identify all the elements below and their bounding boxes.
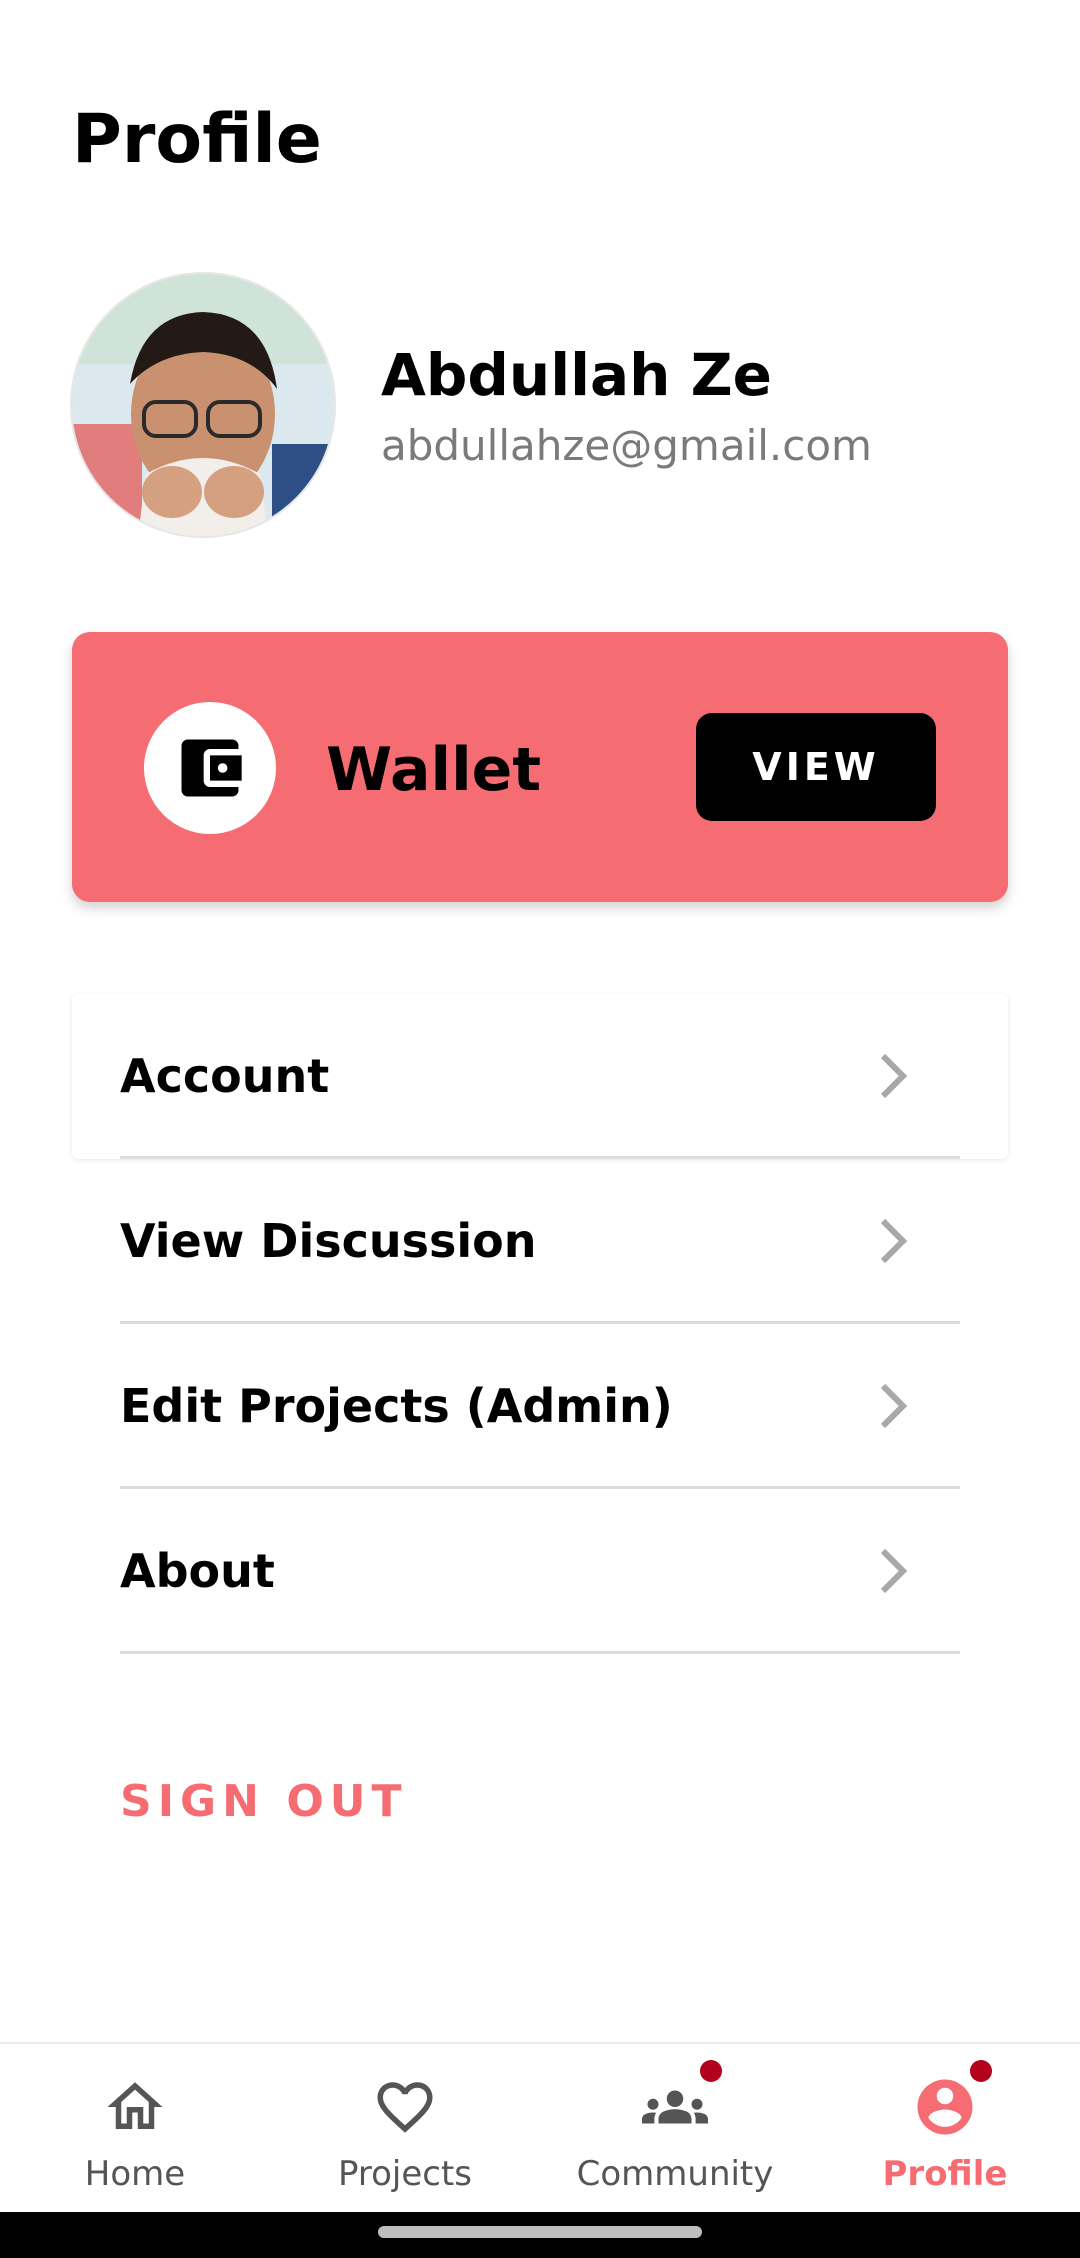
system-navigation-bar [0,2212,1080,2258]
menu-item-about[interactable]: About [72,1489,1008,1654]
people-icon [642,2090,708,2124]
menu-item-edit-projects[interactable]: Edit Projects (Admin) [72,1324,1008,1489]
nav-item-community[interactable]: Community [540,2044,810,2214]
divider [120,1651,960,1654]
page-title: Profile [72,100,322,179]
nav-label: Projects [337,2154,473,2194]
menu-item-label: Edit Projects (Admin) [120,1379,673,1433]
menu-item-label: View Discussion [120,1214,537,1268]
bottom-navigation: Home Projects Community Profile [0,2042,1080,2214]
nav-label: Community [576,2154,774,2194]
view-wallet-button[interactable]: VIEW [696,713,936,821]
wallet-icon [144,702,276,834]
user-email: abdullahze@gmail.com [381,421,872,470]
heart-icon [377,2082,433,2133]
home-indicator[interactable] [378,2226,702,2238]
wallet-card[interactable]: Wallet VIEW [72,632,1008,902]
wallet-label: Wallet [326,735,542,805]
nav-label: Profile [882,2154,1008,2194]
menu-item-label: Account [120,1049,330,1103]
avatar[interactable] [72,274,334,536]
notification-badge [970,2060,992,2082]
notification-badge [700,2060,722,2082]
menu-item-view-discussion[interactable]: View Discussion [72,1159,1008,1324]
user-name: Abdullah Ze [381,341,772,409]
nav-label: Home [84,2154,186,2194]
chevron-right-icon [880,1053,908,1099]
menu-item-label: About [120,1544,275,1598]
nav-item-home[interactable]: Home [0,2044,270,2214]
nav-item-projects[interactable]: Projects [270,2044,540,2214]
nav-item-profile[interactable]: Profile [810,2044,1080,2214]
chevron-right-icon [880,1383,908,1429]
chevron-right-icon [880,1218,908,1264]
account-circle-icon [917,2079,973,2135]
settings-menu: Account View Discussion Edit Projects (A… [72,994,1008,1654]
menu-item-account[interactable]: Account [72,994,1008,1159]
sign-out-button[interactable]: SIGN OUT [120,1774,407,1830]
chevron-right-icon [880,1548,908,1594]
home-icon [107,2082,163,2129]
